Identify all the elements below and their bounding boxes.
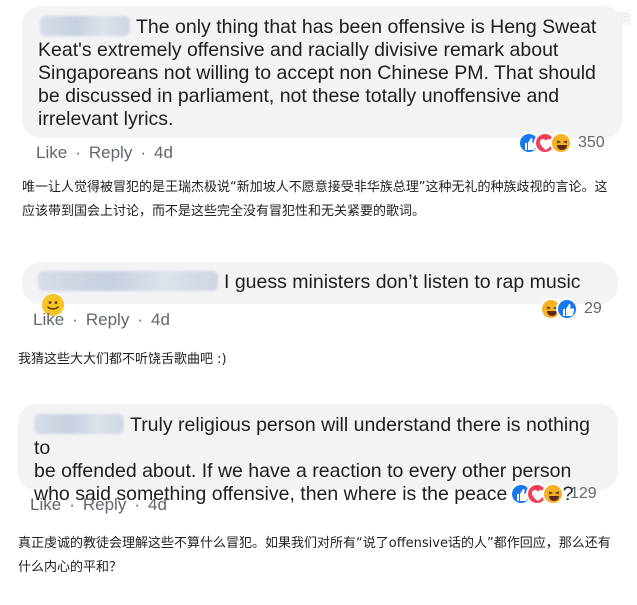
comment-bubble: I guess ministers don’t listen to rap mu… [22,262,618,316]
comment-timestamp[interactable]: 4d [148,495,167,514]
translation-text: 真正虔诚的教徒会理解这些不算什么冒犯。如果我们对所有“说了offensive话的… [18,536,611,575]
comment-timestamp[interactable]: 4d [154,143,173,162]
comment-text: Keat's extremely offensive and racially … [38,39,596,130]
blurred-author-name[interactable] [38,271,218,291]
reaction-count: 129 [570,485,597,502]
comment-actions: Like · Reply · 4d [36,143,173,162]
translation-text: 我猜这些大大们都不听饶舌歌曲吧 :) [18,352,227,367]
like-button[interactable]: Like [30,495,61,514]
reply-button[interactable]: Reply [89,143,132,162]
translation-text: 唯一让人觉得被冒犯的是王瑞杰极说“新加坡人不愿意接受非华族总理”这种无礼的种族歧… [22,180,608,219]
reaction-count: 29 [584,300,602,317]
reaction-summary[interactable]: 350 [518,132,605,154]
reply-button[interactable]: Reply [83,495,126,514]
blurred-author-name[interactable] [34,414,124,434]
blurred-author-name[interactable] [40,16,130,36]
like-button[interactable]: Like [36,143,67,162]
comment-actions: Like · Reply · 4d [33,310,170,329]
reaction-count: 350 [578,134,605,151]
comment-actions: Like · Reply · 4d [30,495,167,514]
comment-bubble: Truly religious person will understand t… [18,404,618,505]
reaction-summary[interactable]: 29 [540,298,602,320]
comment-text-line: I guess ministers don’t listen to rap mu… [224,271,581,293]
comment-timestamp[interactable]: 4d [151,310,170,329]
haha-icon [542,483,564,505]
reply-button[interactable]: Reply [86,310,129,329]
comment-bubble: The only thing that has been offensive i… [22,6,622,138]
comment-text-line: The only thing that has been offensive i… [136,16,597,38]
haha-icon [550,132,572,154]
reaction-summary[interactable]: 129 [510,483,597,505]
like-icon [556,298,578,320]
like-button[interactable]: Like [33,310,64,329]
